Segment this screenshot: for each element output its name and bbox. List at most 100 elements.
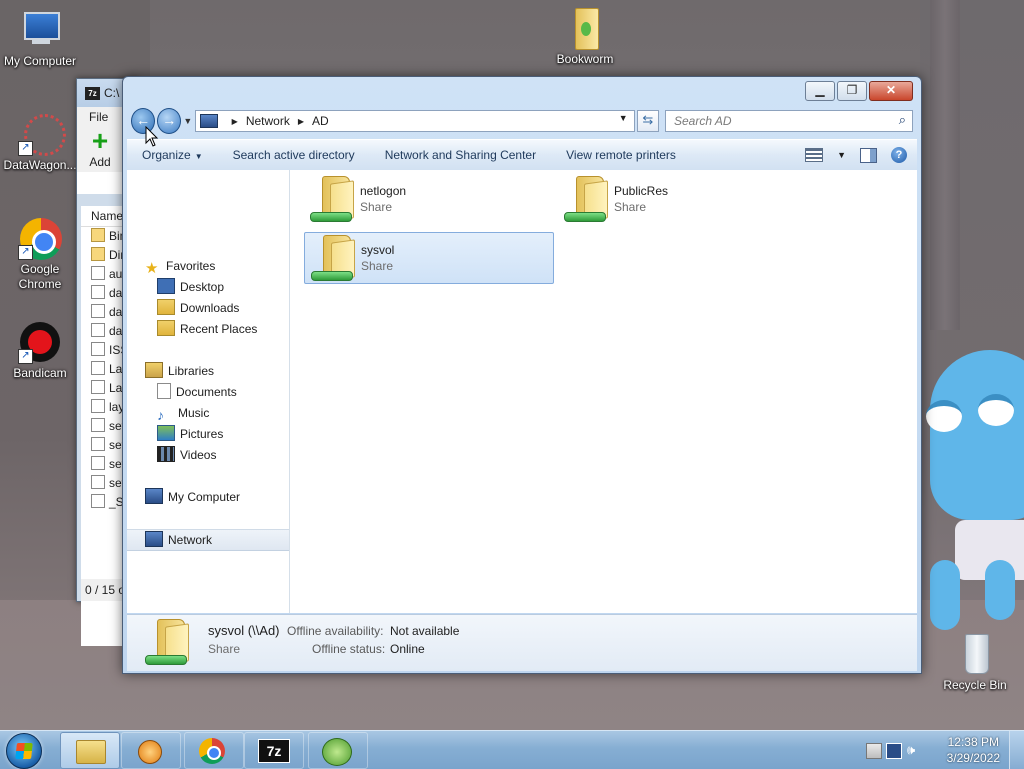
shared-folder-icon: [310, 176, 354, 224]
taskbar: 7z 🕪 12:38 PM 3/29/2022: [0, 730, 1024, 769]
refresh-button[interactable]: ⇆: [636, 110, 659, 132]
7zip-icon: 7z: [258, 739, 290, 763]
chevron-down-icon: ▼: [194, 152, 203, 161]
command-bar: Organize ▼ Search active directory Networ…: [127, 139, 917, 171]
nav-videos[interactable]: Videos: [127, 445, 289, 465]
taskbar-bookworm[interactable]: [308, 732, 368, 769]
network-sharing-center-button[interactable]: Network and Sharing Center: [370, 148, 551, 162]
nav-desktop[interactable]: Desktop: [127, 277, 289, 297]
nav-libraries[interactable]: Libraries: [127, 361, 289, 381]
refresh-icon: ⇆: [642, 112, 654, 127]
desktop-icon-bandicam[interactable]: ↗ Bandicam: [0, 320, 80, 381]
share-item-publicres[interactable]: PublicRes Share: [558, 174, 806, 224]
nav-network[interactable]: Network: [127, 529, 289, 551]
view-remote-printers-button[interactable]: View remote printers: [551, 148, 691, 162]
recent-places-icon: [157, 320, 175, 336]
desktop-icon-datawagon[interactable]: ↗ DataWagon...: [0, 112, 80, 173]
nav-documents-label: Documents: [176, 385, 237, 399]
file-icon: [91, 304, 105, 318]
forward-button[interactable]: →: [157, 108, 182, 134]
desktop-icon-label: Bookworm: [556, 52, 614, 66]
taskbar-7zip[interactable]: 7z: [244, 732, 304, 769]
media-player-icon: [138, 740, 162, 764]
shortcut-arrow-icon: ↗: [18, 141, 33, 156]
nav-my-computer[interactable]: My Computer: [127, 487, 289, 507]
file-icon: [91, 437, 105, 451]
bookworm-icon: [322, 738, 352, 766]
breadcrumb-separator-icon[interactable]: ▶: [298, 117, 304, 126]
nav-desktop-label: Desktop: [180, 280, 225, 294]
nav-documents[interactable]: Documents: [127, 382, 289, 402]
desktop-icon-google-chrome[interactable]: ↗ Google Chrome: [0, 216, 80, 292]
change-view-icon[interactable]: [805, 148, 824, 162]
minimize-button[interactable]: ▁: [805, 81, 835, 101]
maximize-button[interactable]: ❐: [837, 81, 867, 101]
wallpaper-curtain: [930, 0, 960, 330]
show-desktop-button[interactable]: [1009, 731, 1024, 769]
action-center-flag-icon[interactable]: [866, 743, 882, 759]
close-icon: ✕: [885, 83, 897, 97]
nav-music[interactable]: ♪ Music: [127, 403, 289, 423]
share-name: netlogon: [360, 184, 407, 198]
nav-music-label: Music: [178, 406, 210, 420]
desktop-icon-my-computer[interactable]: My Computer: [0, 8, 80, 69]
address-bar[interactable]: ▶ Network ▶ AD ▼: [194, 110, 635, 132]
desktop-icon: [157, 278, 175, 294]
arrow-right-icon: →: [162, 112, 177, 128]
network-tray-icon[interactable]: [886, 743, 902, 759]
file-icon: [91, 456, 105, 470]
breadcrumb-ad[interactable]: AD: [312, 114, 329, 128]
nav-favorites[interactable]: ★ Favorites: [127, 256, 289, 276]
explorer-window[interactable]: ▁ ❐ ✕ ← → ▼ ▶ Network ▶ AD ▼ ⇆ Search AD…: [122, 76, 922, 674]
nav-downloads[interactable]: Downloads: [127, 298, 289, 318]
shortcut-arrow-icon: ↗: [18, 349, 33, 364]
share-item-sysvol[interactable]: sysvol Share: [304, 232, 554, 284]
recycle-bin-icon: [953, 632, 997, 676]
search-icon[interactable]: ⌕: [899, 112, 906, 128]
preview-pane-icon[interactable]: [860, 147, 877, 163]
network-location-icon: [199, 114, 218, 128]
search-active-directory-button[interactable]: Search active directory: [218, 148, 370, 162]
view-options-dropdown-icon[interactable]: ▼: [837, 150, 846, 160]
organize-button[interactable]: Organize ▼: [127, 148, 218, 162]
breadcrumb-separator-icon[interactable]: ▶: [232, 117, 238, 126]
details-type: Share: [208, 642, 241, 656]
shared-folder-icon: [145, 619, 189, 667]
nav-computer-label: My Computer: [168, 490, 241, 504]
datawagon-icon: ↗: [18, 112, 66, 156]
downloads-icon: [157, 299, 175, 315]
close-button[interactable]: ✕: [869, 81, 913, 101]
help-icon[interactable]: ?: [891, 147, 907, 163]
share-item-netlogon[interactable]: netlogon Share: [304, 174, 552, 224]
character-leg: [930, 560, 960, 630]
explorer-folder-icon: [76, 740, 106, 764]
bandicam-icon: ↗: [18, 320, 62, 364]
breadcrumb-network[interactable]: Network: [246, 114, 290, 128]
file-icon: [91, 342, 105, 356]
file-icon: [91, 418, 105, 432]
7zip-add-button[interactable]: + Add: [85, 125, 115, 170]
navigation-pane[interactable]: ★ Favorites Desktop Downloads Recent Plac…: [127, 170, 290, 613]
clock[interactable]: 12:38 PM 3/29/2022: [947, 734, 1000, 766]
desktop-icon-recycle-bin[interactable]: Recycle Bin: [935, 632, 1015, 693]
recent-pages-dropdown[interactable]: ▼: [183, 116, 192, 126]
taskbar-media-player[interactable]: [121, 732, 181, 769]
plus-icon: +: [91, 125, 109, 156]
nav-network-label: Network: [168, 533, 213, 547]
details-offline-availability-label: Offline availability:: [287, 624, 384, 638]
nav-recent-places[interactable]: Recent Places: [127, 319, 289, 339]
computer-icon: [145, 488, 163, 504]
desktop-icon-bookworm[interactable]: Bookworm: [545, 6, 625, 67]
taskbar-explorer[interactable]: [60, 732, 120, 769]
details-offline-availability-value: Not available: [390, 624, 460, 638]
search-input[interactable]: Search AD ⌕: [665, 110, 913, 132]
address-dropdown-icon[interactable]: ▼: [619, 113, 628, 123]
nav-pictures[interactable]: Pictures: [127, 424, 289, 444]
taskbar-chrome[interactable]: [184, 732, 244, 769]
volume-icon[interactable]: 🕪: [907, 743, 921, 757]
documents-icon: [157, 383, 171, 399]
music-icon: ♪: [157, 407, 164, 423]
shared-folder-icon: [311, 235, 355, 283]
content-pane[interactable]: netlogon Share PublicRes Share sysvol Sh…: [290, 170, 917, 613]
start-button[interactable]: [6, 733, 42, 769]
